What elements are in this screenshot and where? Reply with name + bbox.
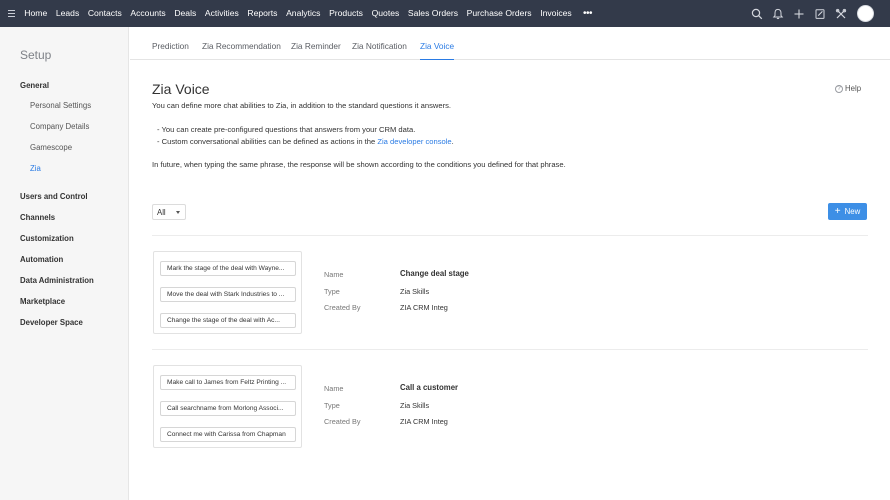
ability-created-by: ZIA CRM Integ [400, 303, 448, 312]
nav-activities[interactable]: Activities [201, 0, 244, 27]
created-by-label: Created By [324, 417, 361, 426]
sidebar-group-users-and-control[interactable]: Users and Control [20, 192, 88, 201]
name-label: Name [324, 270, 344, 279]
ability-name: Call a customer [400, 383, 459, 392]
help-label: Help [845, 84, 862, 93]
nav-analytics[interactable]: Analytics [282, 0, 325, 27]
zia-tabs: Prediction Zia Recommendation Zia Remind… [130, 27, 890, 60]
nav-purchase-orders[interactable]: Purchase Orders [462, 0, 536, 27]
tab-zia-notification[interactable]: Zia Notification [352, 27, 407, 60]
divider [152, 235, 868, 236]
phrase-chip[interactable]: Make call to James from Feltz Printing .… [160, 375, 296, 390]
nav-products[interactable]: Products [325, 0, 368, 27]
ability-phrases-card: Make call to James from Feltz Printing .… [153, 365, 302, 448]
tab-zia-voice[interactable]: Zia Voice [420, 27, 455, 60]
tab-prediction[interactable]: Prediction [152, 27, 189, 60]
filter-dropdown[interactable]: All [152, 204, 186, 220]
top-navigation-bar: Home Leads Contacts Accounts Deals Activ… [0, 0, 890, 27]
sidebar-item-zia[interactable]: Zia [30, 164, 41, 173]
ability-type: Zia Skills [400, 401, 430, 410]
ability-type: Zia Skills [400, 287, 430, 296]
setup-sidebar: Setup General Personal Settings Company … [0, 27, 129, 500]
bell-icon[interactable] [768, 0, 788, 27]
phrase-chip[interactable]: Move the deal with Stark Industries to .… [160, 287, 296, 302]
bullet-period: . [451, 137, 454, 146]
plus-icon: + [834, 205, 841, 217]
type-label: Type [324, 287, 340, 296]
tab-zia-reminder[interactable]: Zia Reminder [291, 27, 341, 60]
phrase-chip[interactable]: Connect me with Carissa from Chapman [160, 427, 296, 442]
sidebar-group-channels[interactable]: Channels [20, 213, 55, 222]
nav-deals[interactable]: Deals [170, 0, 201, 27]
ability-phrases-card: Mark the stage of the deal with Wayne...… [153, 251, 302, 334]
sidebar-group-customization[interactable]: Customization [20, 234, 74, 243]
nav-reports[interactable]: Reports [243, 0, 282, 27]
plus-icon[interactable] [789, 0, 809, 27]
bullet-preconfigured: - You can create pre-configured question… [157, 125, 416, 134]
sidebar-item-gamescope[interactable]: Gamescope [30, 143, 72, 152]
bullet-custom-abilities: - Custom conversational abilities can be… [157, 137, 454, 146]
header-actions [746, 0, 874, 27]
help-link[interactable]: ? Help [835, 84, 861, 93]
page-title: Zia Voice [152, 81, 210, 97]
sidebar-item-personal-settings[interactable]: Personal Settings [30, 101, 91, 110]
search-icon[interactable] [747, 0, 767, 27]
nav-leads[interactable]: Leads [52, 0, 84, 27]
nav-home[interactable]: Home [20, 0, 52, 27]
nav-invoices[interactable]: Invoices [536, 0, 576, 27]
sidebar-item-company-details[interactable]: Company Details [30, 122, 89, 131]
tab-zia-recommendation[interactable]: Zia Recommendation [202, 27, 281, 60]
nav-contacts[interactable]: Contacts [84, 0, 127, 27]
more-modules-icon[interactable]: ••• [576, 3, 599, 25]
nav-accounts[interactable]: Accounts [126, 0, 170, 27]
name-label: Name [324, 384, 344, 393]
ability-created-by: ZIA CRM Integ [400, 417, 448, 426]
created-by-label: Created By [324, 303, 361, 312]
chevron-down-icon [176, 211, 180, 214]
ability-name: Change deal stage [400, 269, 469, 278]
sidebar-group-automation[interactable]: Automation [20, 255, 63, 264]
sidebar-group-developer-space[interactable]: Developer Space [20, 318, 83, 327]
divider [152, 349, 868, 350]
hamburger-menu-icon[interactable] [2, 0, 20, 27]
phrase-chip[interactable]: Mark the stage of the deal with Wayne... [160, 261, 296, 276]
help-icon: ? [835, 84, 843, 93]
new-button-label: New [844, 207, 861, 216]
sidebar-group-data-administration[interactable]: Data Administration [20, 276, 94, 285]
future-note: In future, when typing the same phrase, … [152, 160, 566, 169]
intro-text: You can define more chat abilities to Zi… [152, 101, 452, 110]
sidebar-group-marketplace[interactable]: Marketplace [20, 297, 65, 306]
sidebar-group-general[interactable]: General [20, 81, 49, 90]
nav-quotes[interactable]: Quotes [367, 0, 403, 27]
bullet-custom-abilities-text: - Custom conversational abilities can be… [157, 137, 378, 146]
phrase-chip[interactable]: Change the stage of the deal with Ac... [160, 313, 296, 328]
sidebar-title: Setup [20, 48, 52, 62]
phrase-chip[interactable]: Call searchname from Morlong Associ... [160, 401, 296, 416]
new-ability-button[interactable]: + New [828, 203, 867, 220]
filter-value: All [157, 207, 166, 217]
nav-sales-orders[interactable]: Sales Orders [404, 0, 463, 27]
zia-developer-console-link[interactable]: Zia developer console [377, 137, 451, 146]
tools-icon[interactable] [831, 0, 851, 27]
type-label: Type [324, 401, 340, 410]
compose-icon[interactable] [810, 0, 830, 27]
module-tabs: Home Leads Contacts Accounts Deals Activ… [20, 0, 599, 27]
avatar[interactable] [857, 5, 874, 22]
